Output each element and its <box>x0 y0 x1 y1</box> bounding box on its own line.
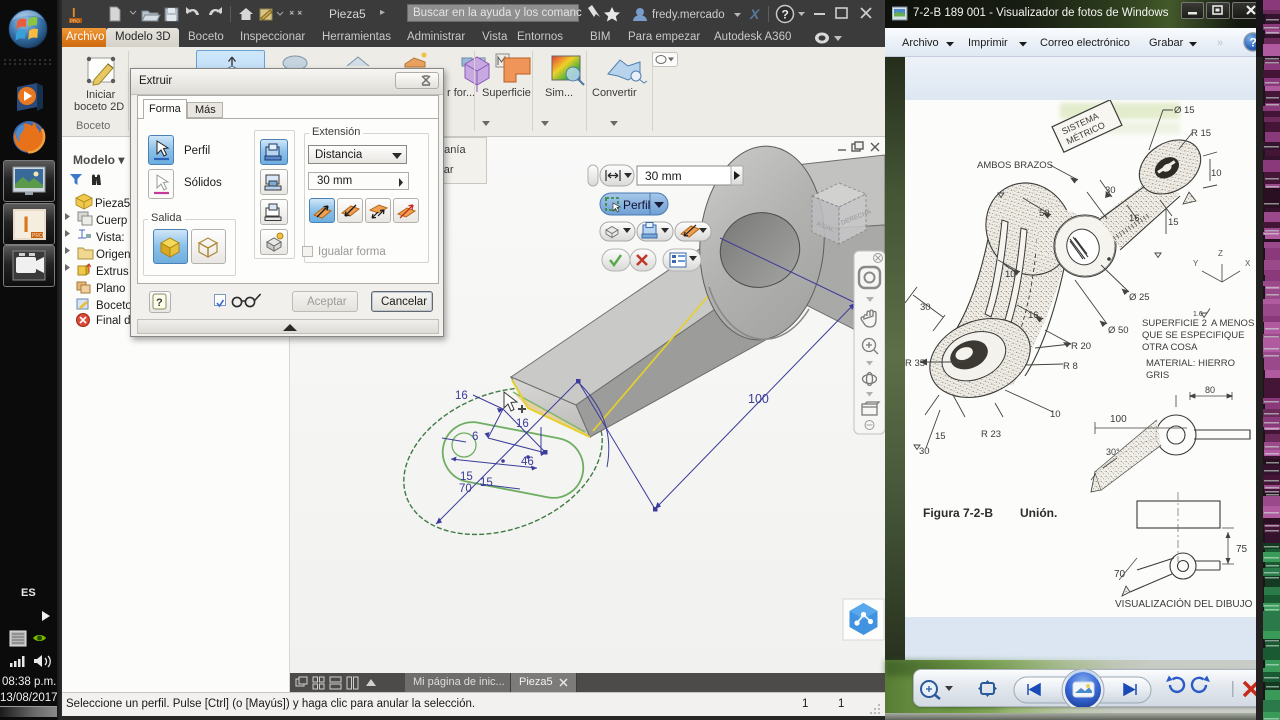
svg-text:16: 16 <box>1028 310 1039 321</box>
svg-text:10: 10 <box>1005 269 1016 280</box>
svg-text:Perfil: Perfil <box>623 198 650 212</box>
svg-text:70: 70 <box>1114 569 1126 580</box>
svg-text:16: 16 <box>1129 213 1140 224</box>
svg-text:30 mm: 30 mm <box>645 169 682 183</box>
svg-text:15: 15 <box>460 471 473 483</box>
svg-text:50: 50 <box>1039 208 1050 219</box>
svg-text:MATERIAL: HIERRO: MATERIAL: HIERRO <box>1146 358 1235 369</box>
svg-text:X: X <box>1245 259 1251 268</box>
svg-text:70: 70 <box>459 483 472 495</box>
svg-text:30°: 30° <box>1106 447 1120 457</box>
svg-text:16: 16 <box>516 418 529 430</box>
svg-text:Z: Z <box>1218 249 1223 258</box>
svg-text:6: 6 <box>472 431 478 443</box>
svg-text:1.6: 1.6 <box>1193 311 1203 318</box>
svg-text:16: 16 <box>455 390 468 402</box>
svg-text:Final d: Final d <box>96 315 131 327</box>
svg-text:R 23: R 23 <box>981 429 1001 440</box>
svg-text:10: 10 <box>1050 409 1061 420</box>
svg-text:Ø 15: Ø 15 <box>1174 105 1195 116</box>
svg-text:VISUALIZACIÓN DEL DIBUJO: VISUALIZACIÓN DEL DIBUJO <box>1115 597 1253 610</box>
svg-text:A MENOS: A MENOS <box>1211 318 1254 329</box>
svg-text:30: 30 <box>920 302 931 313</box>
svg-text:PRO: PRO <box>70 19 80 24</box>
svg-text:80: 80 <box>1205 385 1215 395</box>
svg-text:Cuerp: Cuerp <box>96 215 127 227</box>
svg-text:R 20: R 20 <box>1071 341 1091 352</box>
svg-text:PRO: PRO <box>32 233 43 239</box>
svg-text:15: 15 <box>1168 217 1179 228</box>
svg-text:75: 75 <box>1236 544 1248 555</box>
svg-text:AMBOS BRAZOS: AMBOS BRAZOS <box>977 160 1053 171</box>
svg-text:Vista:: Vista: <box>96 232 125 244</box>
svg-text:46: 46 <box>521 456 534 468</box>
svg-text:X: X <box>749 6 761 22</box>
svg-text:Ø 25: Ø 25 <box>1129 292 1150 303</box>
svg-text:R 35: R 35 <box>905 358 925 369</box>
svg-text:SUPERFICIE 2: SUPERFICIE 2 <box>1142 318 1207 329</box>
svg-text:OTRA COSA: OTRA COSA <box>1142 342 1198 353</box>
svg-text:15: 15 <box>935 431 946 442</box>
svg-text:Y: Y <box>1193 259 1199 268</box>
svg-text:100: 100 <box>748 392 769 406</box>
svg-text:?: ? <box>782 8 789 22</box>
svg-text:Unión.: Unión. <box>1020 506 1057 520</box>
svg-text:Ø 50: Ø 50 <box>1108 325 1129 336</box>
svg-text:Plano: Plano <box>96 283 125 295</box>
svg-text:30: 30 <box>1105 185 1116 196</box>
svg-text:Extrus: Extrus <box>96 266 129 278</box>
svg-text:fredy.mercado: fredy.mercado <box>652 9 725 21</box>
svg-text:QUE SE ESPECIFIQUE: QUE SE ESPECIFIQUE <box>1142 330 1244 341</box>
svg-text:Origen: Origen <box>96 249 131 261</box>
svg-text:10: 10 <box>1211 168 1222 179</box>
svg-text:R 15: R 15 <box>1191 128 1211 139</box>
svg-text:GRIS: GRIS <box>1146 370 1169 381</box>
svg-text:I: I <box>23 212 29 237</box>
svg-text:30: 30 <box>919 446 930 457</box>
svg-text:100: 100 <box>1110 414 1127 425</box>
svg-text:15: 15 <box>480 477 493 489</box>
svg-text:R 8: R 8 <box>1063 361 1078 372</box>
svg-text:Boceto: Boceto <box>96 300 132 312</box>
svg-text:Figura 7-2-B: Figura 7-2-B <box>923 506 993 520</box>
svg-text:?: ? <box>156 297 163 309</box>
svg-text:Pieza5: Pieza5 <box>95 198 130 210</box>
